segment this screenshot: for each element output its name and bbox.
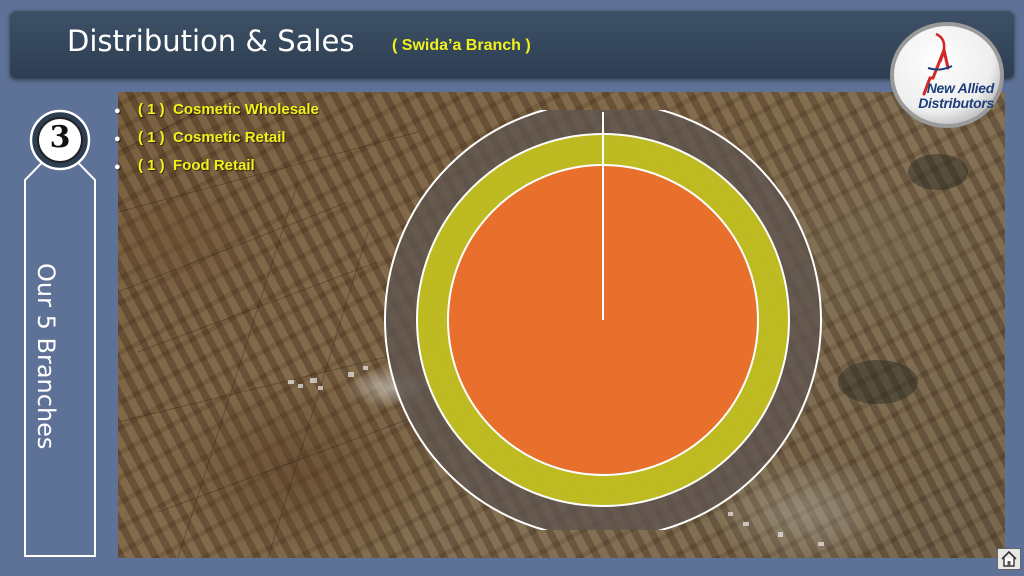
list-item: ● ( 1 ) Cosmetic Wholesale [114,98,319,126]
list-item: ● ( 1 ) Cosmetic Retail [114,126,319,154]
list-item-label: Cosmetic Retail [173,129,286,146]
list-item-count: ( 1 ) [138,129,165,146]
list-item-count: ( 1 ) [138,157,165,174]
company-logo: New Allied Distributors [888,20,1006,130]
branch-number-badge: 3 [49,120,71,155]
bullet-icon: ● [114,105,121,117]
bullet-icon: ● [114,161,121,173]
concentric-rings-diagram [384,110,822,530]
branch-list: ● ( 1 ) Cosmetic Wholesale ● ( 1 ) Cosmeti… [114,98,319,182]
home-button[interactable] [997,548,1021,570]
side-panel-label: Our 5 Branches [32,263,60,450]
bullet-icon: ● [114,133,121,145]
logo-text-line1: New Allied [926,80,995,96]
logo-text-line2: Distributors [918,95,994,111]
page-title: Distribution & Sales [67,24,355,58]
list-item-count: ( 1 ) [138,101,165,118]
list-item-label: Food Retail [173,157,255,174]
header-bar: Distribution & Sales ( Swida’a Branch ) [10,10,1014,78]
page-subtitle: ( Swida’a Branch ) [392,37,531,54]
home-icon [1001,550,1017,567]
logo-badge [890,22,1004,128]
list-item: ● ( 1 ) Food Retail [114,154,319,182]
list-item-label: Cosmetic Wholesale [173,101,319,118]
